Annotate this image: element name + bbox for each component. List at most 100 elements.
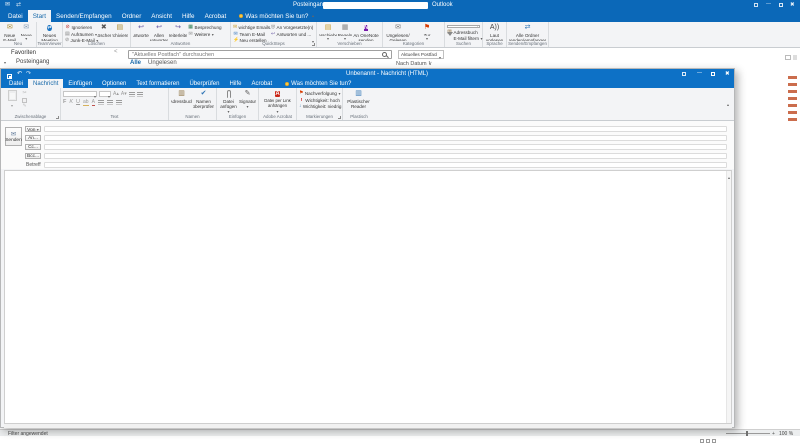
follow-up-button[interactable]: Nachverfolgung	[299, 91, 340, 96]
ribbon-display-options-icon[interactable]	[754, 3, 758, 7]
reply-all-button[interactable]: Allen antworten	[150, 23, 168, 41]
shrink-font-button[interactable]: A▾	[121, 91, 127, 97]
redo-icon[interactable]	[26, 70, 31, 77]
tab-ansicht[interactable]: Ansicht	[146, 10, 177, 22]
paste-button[interactable]	[3, 89, 21, 114]
send-receive-all-button[interactable]: Alle Ordner senden/empfangen	[509, 23, 546, 41]
check-names-button[interactable]: Namen überprüfen	[193, 89, 214, 114]
read-aloud-button[interactable]: A)) Laut vorlesen	[485, 23, 504, 41]
compose-close-button[interactable]	[725, 71, 730, 77]
favorites-expand-icon[interactable]	[4, 51, 6, 69]
close-button[interactable]	[790, 2, 795, 8]
tab-ueberpruefen[interactable]: Überprüfen	[184, 79, 224, 88]
title-search-box[interactable]	[323, 2, 428, 9]
move-button[interactable]: Verschieben	[319, 23, 337, 41]
favorites-header[interactable]: Favoriten	[11, 50, 36, 56]
compose-minimize-button[interactable]	[697, 70, 702, 76]
highlight-button[interactable]: ab	[83, 99, 89, 106]
zoom-slider-thumb[interactable]	[746, 431, 748, 436]
address-book-button[interactable]: Adressbuch	[171, 89, 192, 114]
tab-senden-empfangen[interactable]: Senden/Empfangen	[51, 10, 117, 22]
collapse-folder-pane-icon[interactable]: <	[114, 49, 118, 55]
ignore-button[interactable]: Ignorieren	[65, 25, 96, 30]
high-importance-button[interactable]: !Wichtigkeit: hoch	[299, 98, 340, 103]
unread-read-button[interactable]: Ungelesen/ Gelesen	[385, 23, 411, 41]
clipboard-dialog-launcher[interactable]	[56, 116, 59, 119]
message-body[interactable]	[4, 170, 732, 424]
search-scope-dropdown[interactable]: Aktuelles Postfach	[398, 50, 444, 59]
scroll-up-icon[interactable]	[728, 172, 730, 190]
bcc-field[interactable]	[44, 153, 727, 159]
attach-via-link-button[interactable]: Datei per Link anhängen	[261, 89, 294, 114]
compose-maximize-button[interactable]	[711, 72, 715, 76]
body-scrollbar[interactable]	[726, 171, 731, 423]
body-hscroll-area[interactable]	[4, 424, 732, 428]
tab-einfuegen[interactable]: Einfügen	[63, 79, 97, 88]
signature-button[interactable]: Signatur	[239, 89, 256, 114]
align-center-button[interactable]	[107, 100, 113, 105]
underline-button[interactable]: U	[76, 99, 80, 105]
view-icon[interactable]	[712, 439, 716, 443]
low-importance-button[interactable]: Wichtigkeit: niedrig	[299, 104, 340, 109]
quickstep-item[interactable]: Antworten und ...	[271, 32, 311, 37]
cc-field[interactable]	[44, 144, 727, 150]
new-email-button[interactable]: Neue E-Mail	[2, 23, 18, 41]
from-button[interactable]: Von	[25, 126, 41, 133]
zoom-slider-track[interactable]	[726, 433, 770, 434]
sort-by-dropdown[interactable]: Nach Datum ∨	[396, 61, 432, 67]
to-field[interactable]	[44, 135, 727, 141]
tab-ordner[interactable]: Ordner	[117, 10, 147, 22]
onenote-button[interactable]: An OneNote senden	[353, 23, 379, 41]
cc-button[interactable]: Cc...	[25, 144, 41, 151]
cut-button[interactable]	[22, 91, 34, 96]
filter-all[interactable]: Alle	[130, 60, 141, 66]
send-button[interactable]: Senden	[5, 127, 22, 146]
view-icon[interactable]	[706, 439, 710, 443]
format-painter-button[interactable]	[22, 104, 34, 109]
bcc-button[interactable]: Bcc...	[25, 153, 41, 160]
zoom-level[interactable]: 100 %	[779, 431, 793, 437]
new-meeting-button[interactable]: Neues Meeting	[39, 23, 60, 41]
subject-field[interactable]	[44, 162, 727, 168]
font-name-box[interactable]	[63, 91, 97, 97]
font-size-box[interactable]	[99, 91, 111, 97]
sort-direction-icon[interactable]	[428, 60, 431, 66]
italic-button[interactable]: K	[69, 99, 73, 105]
save-icon[interactable]	[7, 74, 12, 79]
immersive-reader-button[interactable]: Plastischer Reader	[345, 89, 372, 114]
font-color-button[interactable]: A	[92, 99, 95, 106]
folder-inbox[interactable]: Posteingang	[16, 59, 49, 65]
grow-font-button[interactable]: A▴	[113, 91, 119, 97]
quickstep-item[interactable]: Team E-Mail	[233, 32, 270, 37]
ribbon-display-options-icon[interactable]	[682, 72, 686, 76]
tab-text-formatieren[interactable]: Text formatieren	[131, 79, 184, 88]
cleanup-button[interactable]: Aufräumen	[65, 32, 96, 37]
qat-send-receive-icon[interactable]	[16, 1, 21, 8]
quickstep-item[interactable]: wichtige Emails...	[233, 25, 270, 30]
quicksteps-scroll-down-icon[interactable]	[312, 30, 314, 33]
from-field[interactable]	[44, 126, 727, 132]
bullet-list-button[interactable]	[129, 92, 135, 97]
undo-icon[interactable]	[17, 70, 22, 77]
tab-nachricht[interactable]: Nachricht	[28, 79, 63, 88]
tell-me-box[interactable]: Was möchten Sie tun?	[239, 10, 308, 22]
tab-acrobat[interactable]: Acrobat	[200, 10, 232, 22]
bold-button[interactable]: F	[63, 99, 66, 105]
copy-button[interactable]	[22, 98, 34, 103]
quicksteps-scroll-up-icon[interactable]	[312, 25, 314, 28]
tab-optionen[interactable]: Optionen	[97, 79, 131, 88]
new-items-button[interactable]: Neue Elemente	[19, 23, 35, 41]
forward-button[interactable]: Weiterleiten	[169, 23, 187, 41]
tab-hilfe[interactable]: Hilfe	[224, 79, 246, 88]
reply-button[interactable]: Antworten	[133, 23, 149, 41]
archive-button[interactable]: Archivieren	[112, 23, 128, 41]
meeting-button[interactable]: Besprechung	[188, 25, 224, 30]
attach-file-button[interactable]: Datei anfügen	[219, 89, 238, 114]
tab-hilfe[interactable]: Hilfe	[177, 10, 200, 22]
collapse-ribbon-icon[interactable]	[727, 99, 729, 117]
search-input[interactable]: "Aktuelles Postfach" durchsuchen	[128, 50, 392, 59]
align-right-button[interactable]	[116, 100, 122, 105]
filter-unread[interactable]: Ungelesen	[148, 60, 177, 66]
align-left-button[interactable]	[98, 100, 104, 105]
quickstep-item[interactable]: An Vorgesetzte(n)	[271, 25, 311, 30]
